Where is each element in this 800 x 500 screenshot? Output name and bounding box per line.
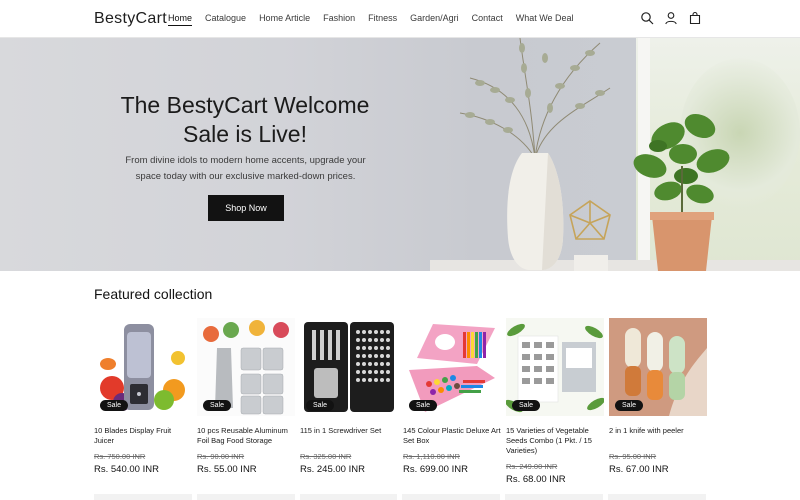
potted-plant-illustration	[633, 113, 730, 271]
product-old-price: Rs. 95.00 INR	[609, 452, 657, 461]
hero-title-line2: Sale is Live!	[182, 121, 307, 147]
product-image-foil-bags[interactable]: Sale	[197, 318, 295, 416]
product-sale-price: Rs. 540.00 INR	[94, 464, 159, 475]
product-card[interactable]: Sale 2 in 1 knife with peeler Rs. 95.00 …	[609, 318, 707, 485]
product-old-price: Rs. 90.00 INR	[197, 452, 245, 461]
hero-subtitle-line1: From divine idols to modern home accents…	[125, 155, 366, 166]
product-image-preview	[94, 494, 192, 500]
product-image-art-set[interactable]: Sale	[403, 318, 501, 416]
site-header: BestyCart Home Catalogue Home Article Fa…	[0, 0, 800, 38]
nav-fashion[interactable]: Fashion	[323, 13, 355, 26]
nav-contact[interactable]: Contact	[472, 13, 503, 26]
hero-banner: The BestyCart Welcome Sale is Live! From…	[0, 38, 800, 271]
product-card[interactable]: Sale 10 pcs Reusable Aluminum Foil Bag F…	[197, 318, 295, 485]
sale-badge: Sale	[100, 400, 129, 411]
nav-garden-agri[interactable]: Garden/Agri	[410, 13, 459, 26]
shop-now-button[interactable]: Shop Now	[208, 195, 284, 221]
product-image-vegetable-seeds[interactable]: Sale	[506, 318, 604, 416]
product-old-price: Rs. 249.00 INR	[506, 462, 558, 471]
product-title[interactable]: 145 Colour Plastic Deluxe Art Set Box	[403, 426, 501, 446]
product-sale-price: Rs. 245.00 INR	[300, 464, 365, 475]
hero-subtitle-line2: space today with our exclusive marked-do…	[135, 171, 356, 182]
product-sale-price: Rs. 55.00 INR	[197, 464, 257, 475]
product-title[interactable]: 2 in 1 knife with peeler	[609, 426, 707, 446]
product-title[interactable]: 115 in 1 Screwdriver Set	[300, 426, 398, 446]
cart-icon[interactable]	[688, 11, 702, 25]
nav-home-article[interactable]: Home Article	[259, 13, 310, 26]
product-image-preview	[196, 494, 295, 500]
product-title[interactable]: 10 Blades Display Fruit Juicer	[94, 426, 192, 446]
product-image-preview	[505, 494, 604, 500]
hero-title-line1: The BestyCart Welcome	[120, 92, 370, 118]
product-sale-price: Rs. 699.00 INR	[403, 464, 468, 475]
product-sale-price: Rs. 68.00 INR	[506, 474, 566, 485]
product-sale-price: Rs. 67.00 INR	[609, 464, 669, 475]
featured-collection-title: Featured collection	[94, 286, 213, 302]
product-card[interactable]: Sale 115 in 1 Screwdriver Set Rs. 325.00…	[300, 318, 398, 485]
nav-fitness[interactable]: Fitness	[368, 13, 397, 26]
nav-home[interactable]: Home	[168, 13, 193, 26]
product-grid: Sale 10 Blades Display Fruit Juicer Rs. …	[94, 318, 707, 485]
header-icons	[640, 11, 702, 25]
search-icon[interactable]	[640, 11, 654, 25]
sale-badge: Sale	[615, 400, 644, 411]
sale-badge: Sale	[203, 400, 232, 411]
product-image-preview	[299, 494, 398, 500]
product-title[interactable]: 15 Varieties of Vegetable Seeds Combo (1…	[506, 426, 604, 456]
product-image-juicer[interactable]: Sale	[94, 318, 192, 416]
product-image-preview	[402, 494, 501, 500]
nav-what-we-deal[interactable]: What We Deal	[516, 13, 574, 26]
geometric-decor-illustration	[569, 200, 611, 271]
product-card[interactable]: Sale 15 Varieties of Vegetable Seeds Com…	[506, 318, 604, 485]
sale-badge: Sale	[512, 400, 541, 411]
product-image-preview	[608, 494, 706, 500]
hero-subtitle: From divine idols to modern home accents…	[118, 153, 373, 185]
product-image-screwdriver-set[interactable]: Sale	[300, 318, 398, 416]
sale-badge: Sale	[409, 400, 438, 411]
site-logo[interactable]: BestyCart	[94, 10, 167, 28]
product-old-price: Rs. 325.00 INR	[300, 452, 352, 461]
main-nav: Home Catalogue Home Article Fashion Fitn…	[168, 13, 587, 26]
nav-catalogue[interactable]: Catalogue	[205, 13, 246, 26]
product-old-price: Rs. 1,110.00 INR	[403, 452, 460, 461]
product-old-price: Rs. 750.00 INR	[94, 452, 146, 461]
sale-badge: Sale	[306, 400, 335, 411]
product-card[interactable]: Sale 10 Blades Display Fruit Juicer Rs. …	[94, 318, 192, 485]
next-row-preview	[94, 494, 706, 500]
product-image-knife-peeler[interactable]: Sale	[609, 318, 707, 416]
product-title[interactable]: 10 pcs Reusable Aluminum Foil Bag Food S…	[197, 426, 295, 446]
account-icon[interactable]	[664, 11, 678, 25]
product-card[interactable]: Sale 145 Colour Plastic Deluxe Art Set B…	[403, 318, 501, 485]
hero-title: The BestyCart Welcome Sale is Live!	[100, 91, 390, 149]
